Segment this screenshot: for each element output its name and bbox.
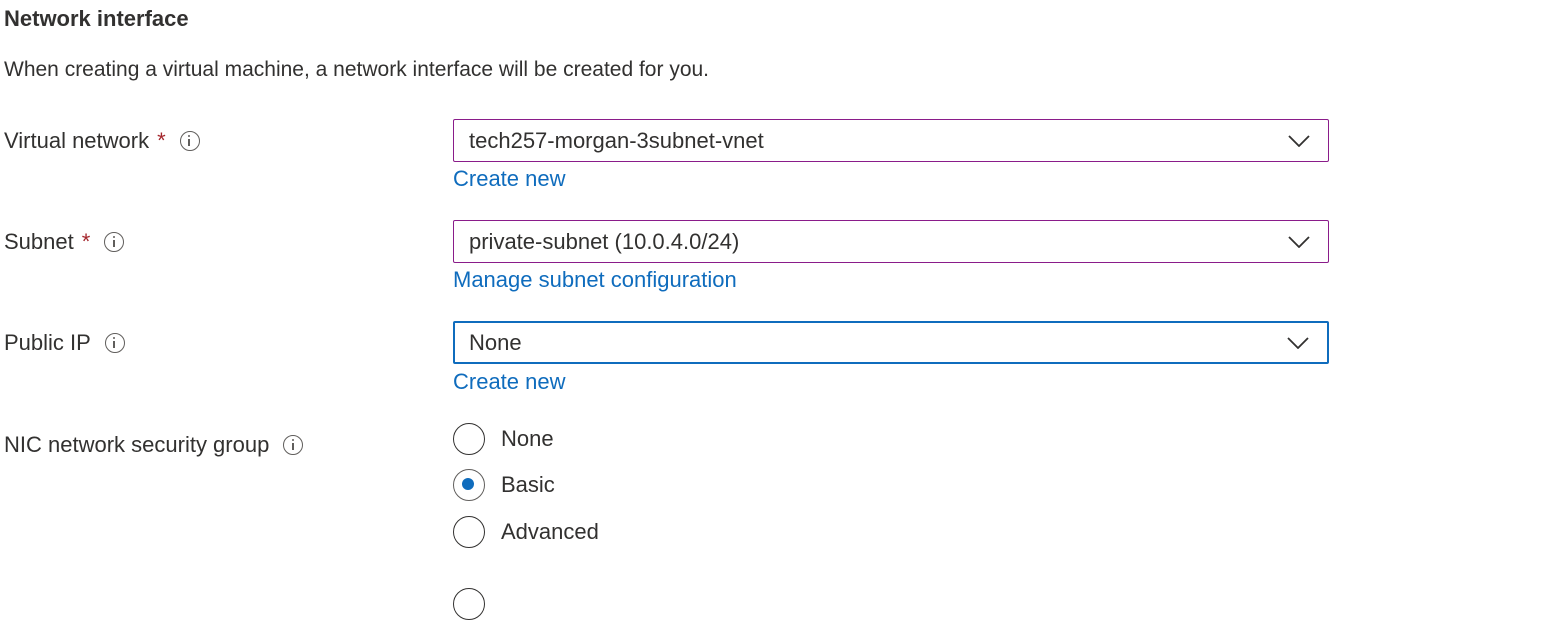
subnet-label: Subnet [4, 229, 74, 254]
subnet-dropdown[interactable]: private-subnet (10.0.4.0/24) [453, 220, 1329, 263]
radio-label: None [501, 426, 554, 451]
subnet-label-row: Subnet * [4, 227, 125, 257]
virtual-network-label: Virtual network [4, 128, 150, 153]
public-ip-label-row: Public IP [4, 328, 125, 358]
virtual-network-value: tech257-morgan-3subnet-vnet [469, 127, 764, 153]
radio-label: Basic [501, 472, 555, 497]
chevron-down-icon [1287, 336, 1309, 349]
manage-subnet-configuration-link[interactable]: Manage subnet configuration [453, 265, 737, 295]
chevron-down-icon [1288, 235, 1310, 248]
radio-button[interactable] [453, 423, 485, 455]
public-ip-label: Public IP [4, 330, 91, 355]
partial-radio-option[interactable] [453, 588, 485, 620]
info-icon[interactable] [179, 131, 200, 151]
radio-button[interactable] [453, 516, 485, 548]
virtual-network-dropdown[interactable]: tech257-morgan-3subnet-vnet [453, 119, 1329, 162]
radio-label: Advanced [501, 519, 599, 544]
nic-nsg-option-basic[interactable]: Basic [453, 469, 555, 501]
info-icon[interactable] [283, 435, 304, 455]
info-icon[interactable] [104, 333, 125, 353]
section-title: Network interface [4, 6, 189, 31]
nic-nsg-label: NIC network security group [4, 432, 270, 457]
public-ip-dropdown[interactable]: None [453, 321, 1329, 364]
virtual-network-label-row: Virtual network * [4, 126, 200, 156]
subnet-value: private-subnet (10.0.4.0/24) [469, 228, 740, 254]
nic-nsg-label-row: NIC network security group [4, 430, 304, 460]
public-ip-value: None [469, 329, 522, 355]
required-indicator: * [157, 128, 166, 153]
chevron-down-icon [1288, 134, 1310, 147]
nic-nsg-option-none[interactable]: None [453, 423, 554, 455]
nic-nsg-option-advanced[interactable]: Advanced [453, 516, 599, 548]
public-ip-create-new-link[interactable]: Create new [453, 367, 566, 397]
virtual-network-create-new-link[interactable]: Create new [453, 164, 566, 194]
radio-button-selected[interactable] [453, 469, 485, 501]
radio-button[interactable] [453, 588, 485, 620]
info-icon[interactable] [104, 232, 125, 252]
required-indicator: * [81, 229, 91, 254]
section-description: When creating a virtual machine, a netwo… [4, 58, 710, 81]
